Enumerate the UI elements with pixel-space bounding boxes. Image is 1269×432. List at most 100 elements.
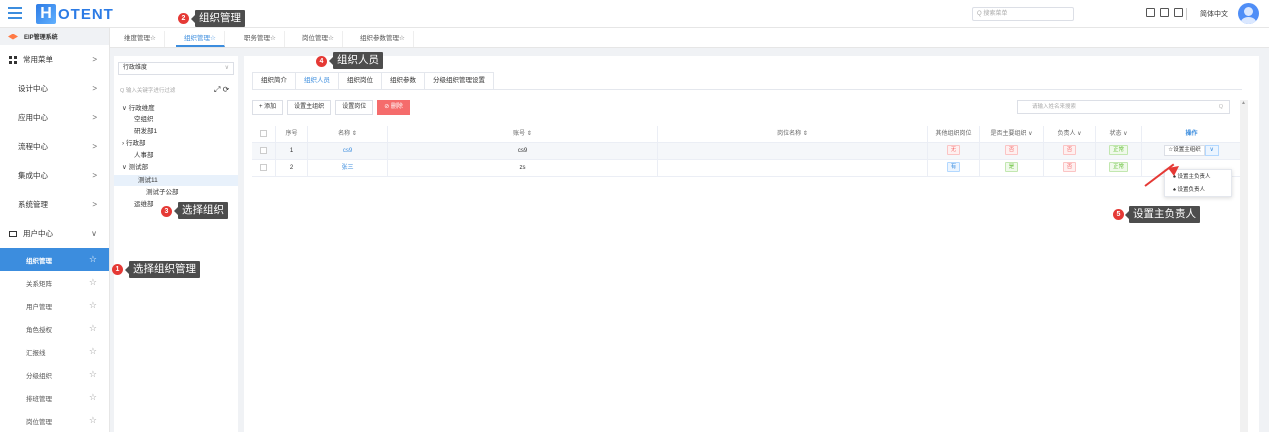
col-status[interactable]: 状态 ∨	[1096, 126, 1142, 143]
sidebar-item-app[interactable]: 应用中心 >	[0, 103, 109, 132]
cell-index: 2	[276, 160, 308, 177]
col-main-org[interactable]: 是否主要组织 ∨	[980, 126, 1044, 143]
scrollbar[interactable]	[1240, 100, 1248, 432]
tree-node[interactable]: 空组织	[134, 114, 154, 125]
cell-name-link[interactable]: cs9	[308, 143, 388, 160]
tree-node[interactable]: ∨ 行政维度	[122, 103, 155, 114]
search-icon[interactable]: Q	[1219, 101, 1223, 113]
chevron-down-icon[interactable]: ∨	[1204, 144, 1219, 156]
sidebar-item-relation-matrix[interactable]: 关系矩阵 ☆	[0, 271, 109, 294]
star-icon[interactable]: ☆	[89, 254, 97, 265]
star-icon[interactable]: ☆	[89, 277, 97, 288]
subtab-org-members[interactable]: 组织人员	[295, 72, 338, 90]
tree-node[interactable]: 人事部	[134, 150, 154, 161]
tree-node[interactable]: 研发部1	[134, 126, 157, 137]
divider	[252, 89, 1242, 90]
sidebar-item-flow[interactable]: 流程中心 >	[0, 132, 109, 161]
sidebar-item-role-auth[interactable]: 角色授权 ☆	[0, 317, 109, 340]
col-post[interactable]: 岗位名称 ⇕	[658, 126, 928, 143]
star-icon[interactable]: ☆	[89, 415, 97, 426]
sidebar-item-design[interactable]: 设计中心 >	[0, 74, 109, 103]
delete-button[interactable]: ⊘ 删除	[377, 100, 410, 115]
language-switch[interactable]: 简体中文	[1200, 9, 1228, 19]
menu-toggle-icon[interactable]	[8, 7, 22, 21]
col-leader[interactable]: 负责人 ∨	[1044, 126, 1096, 143]
status-badge: 正常	[1108, 162, 1128, 173]
annotation-callout-4: 组织人员	[329, 52, 383, 69]
fullscreen-icon[interactable]	[1160, 8, 1169, 17]
sidebar-item-post-management[interactable]: 岗位管理 ☆	[0, 409, 109, 432]
sidebar-item-label: 角色授权	[26, 326, 52, 334]
subtab-grade-settings[interactable]: 分级组织管理设置	[424, 72, 494, 90]
sidebar-item-common-menu[interactable]: 常用菜单 >	[0, 45, 109, 74]
tab-dimension[interactable]: 维度管理☆	[116, 31, 165, 47]
set-main-org-button[interactable]: 设置主组织	[287, 100, 332, 115]
tree-node[interactable]: › 行政部	[122, 138, 145, 149]
star-icon[interactable]: ☆	[89, 300, 97, 311]
expand-icon[interactable]: ⤢	[214, 85, 220, 94]
name-search-input[interactable]: 请输入姓名来搜索 Q	[1017, 100, 1230, 114]
annotation-badge-2: 2	[178, 13, 189, 24]
cell-operation: ☆设置主组织 ∨	[1142, 143, 1242, 160]
sidebar-item-label: 用户中心	[23, 229, 53, 238]
star-icon[interactable]: ☆	[89, 323, 97, 334]
menu-search-input[interactable]: Q 搜索菜单	[972, 7, 1074, 21]
sidebar-item-schedule[interactable]: 排班管理 ☆	[0, 386, 109, 409]
annotation-badge-5: 5	[1113, 209, 1124, 220]
menu-item-set-leader[interactable]: ♠ 设置负责人	[1165, 185, 1231, 196]
add-button[interactable]: + 添加	[252, 100, 284, 115]
col-name[interactable]: 名称 ⇕	[308, 126, 388, 143]
sidebar-item-user-center[interactable]: 用户中心 ∨	[0, 219, 109, 248]
tree-node[interactable]: 运维部	[134, 199, 154, 210]
tree-filter-input[interactable]: Q 输入关键字进行过滤	[118, 85, 214, 97]
col-account[interactable]: 账号 ⇕	[388, 126, 658, 143]
tree-node[interactable]: ∨ 测试部	[122, 162, 148, 173]
avatar[interactable]	[1238, 3, 1259, 24]
sidebar: EIP管理系统 常用菜单 > 设计中心 > 应用中心 > 流程中心 > 集成中心 > 系…	[0, 28, 110, 432]
subtab-org-params[interactable]: 组织参数	[381, 72, 424, 90]
tree-node[interactable]: 测试11	[114, 175, 238, 186]
row-checkbox[interactable]	[260, 146, 267, 154]
main-org-tag: 否	[1004, 145, 1019, 156]
sidebar-item-label: 汇报线	[26, 349, 46, 357]
set-post-button[interactable]: 设置岗位	[335, 100, 374, 115]
row-select-cell	[252, 160, 276, 177]
star-icon[interactable]: ☆	[89, 369, 97, 380]
dimension-select[interactable]: 行政维度 ∨	[118, 62, 234, 75]
select-all-cell	[252, 126, 276, 143]
settings-icon[interactable]	[1174, 8, 1183, 17]
row-checkbox[interactable]	[260, 163, 267, 171]
refresh-icon[interactable]: ⟳	[223, 85, 230, 94]
subtab-org-intro[interactable]: 组织简介	[252, 72, 295, 90]
tree-node[interactable]: 测试子公部	[146, 187, 179, 198]
sidebar-item-grade-org[interactable]: 分级组织 ☆	[0, 363, 109, 386]
sidebar-item-report-line[interactable]: 汇报线 ☆	[0, 340, 109, 363]
sidebar-item-label: 组织管理	[26, 257, 52, 265]
tab-org-params[interactable]: 组织参数管理☆	[352, 31, 414, 47]
sidebar-item-user-management[interactable]: 用户管理 ☆	[0, 294, 109, 317]
tab-post[interactable]: 岗位管理☆	[294, 31, 343, 47]
set-main-org-op-button[interactable]: ☆设置主组织	[1164, 144, 1205, 156]
system-name: EIP管理系统	[24, 35, 58, 41]
tab-job[interactable]: 职务管理☆	[236, 31, 285, 47]
sidebar-item-label: 分级组织	[26, 372, 52, 380]
message-icon[interactable]	[1146, 8, 1155, 17]
sidebar-item-label: 设计中心	[18, 84, 48, 93]
table-row[interactable]: 2 张三 zs 有 是 否 正常	[252, 160, 1242, 177]
sidebar-item-integration[interactable]: 集成中心 >	[0, 161, 109, 190]
sidebar-item-system[interactable]: 系统管理 >	[0, 190, 109, 219]
system-header[interactable]: EIP管理系统	[0, 28, 109, 45]
subtab-org-posts[interactable]: 组织岗位	[338, 72, 381, 90]
tab-org-management[interactable]: 组织管理☆	[176, 31, 225, 47]
sidebar-item-label: 系统管理	[18, 200, 48, 209]
star-icon[interactable]: ☆	[89, 346, 97, 357]
cell-name-link[interactable]: 张三	[308, 160, 388, 177]
star-icon[interactable]: ☆	[89, 392, 97, 403]
sidebar-item-label: 用户管理	[26, 303, 52, 311]
logo: H OTENT	[36, 3, 114, 25]
table-row[interactable]: 1 cs9 cs9 无 否 否 正常 ☆设置主组织 ∨	[252, 143, 1242, 160]
select-all-checkbox[interactable]	[260, 129, 267, 137]
sidebar-item-org-management[interactable]: 组织管理 ☆	[0, 248, 109, 271]
logo-mark: H	[36, 4, 56, 24]
chevron-down-icon: ∨	[224, 65, 229, 71]
